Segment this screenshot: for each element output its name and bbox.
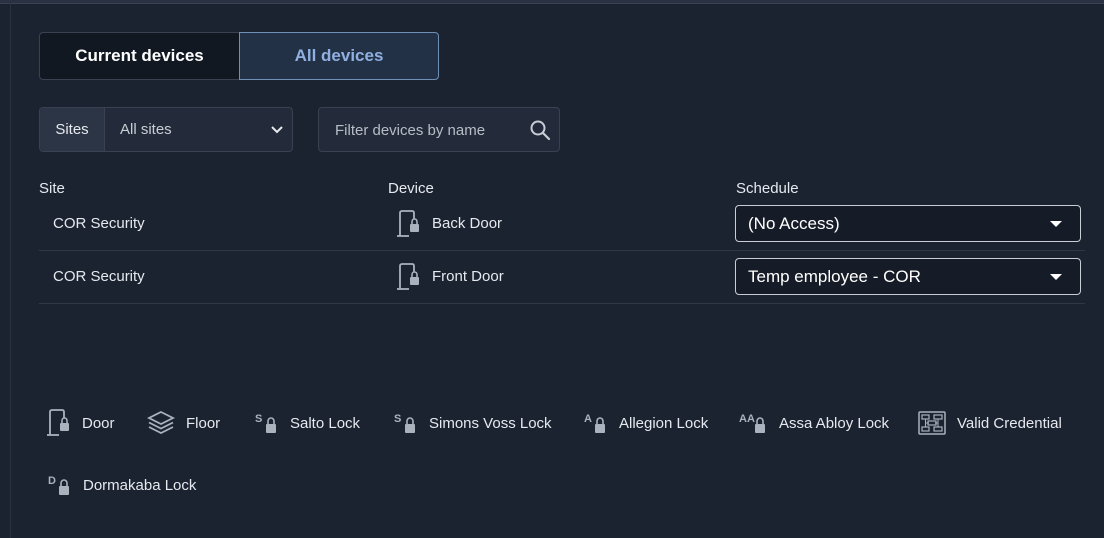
schedule-value: (No Access): [748, 213, 840, 233]
schedule-value: Temp employee - COR: [748, 266, 921, 286]
dormakaba-lock-icon: D: [48, 475, 69, 495]
sites-filter[interactable]: Sites All sites: [39, 107, 293, 152]
side-divider: [10, 3, 11, 538]
legend-label: Simons Voss Lock: [429, 414, 552, 432]
legend-label: Allegion Lock: [619, 414, 709, 432]
icon-prefix: D: [48, 475, 56, 487]
row-device: Front Door: [396, 250, 504, 303]
door-icon: [47, 409, 69, 436]
sites-select[interactable]: All sites: [105, 108, 292, 151]
legend-label: Door: [82, 414, 115, 432]
valid-credential-icon: [918, 411, 946, 435]
column-header-device: Device: [388, 180, 434, 197]
chevron-down-icon: [271, 126, 283, 134]
legend-valid-credential: Valid Credential: [917, 410, 1062, 436]
column-header-site: Site: [39, 180, 65, 197]
sites-filter-label: Sites: [40, 108, 105, 151]
legend-door: Door: [46, 408, 115, 438]
legend-assa-abloy-lock: AA Assa Abloy Lock: [739, 410, 889, 436]
salto-lock-icon: S: [255, 413, 276, 433]
device-search: [318, 107, 560, 153]
column-header-schedule: Schedule: [736, 180, 799, 197]
tab-current-devices[interactable]: Current devices: [39, 32, 239, 80]
legend-label: Valid Credential: [957, 414, 1062, 432]
door-lock-icon: [397, 209, 419, 237]
legend-simons-voss-lock: S Simons Voss Lock: [393, 410, 552, 436]
legend-floor: Floor: [146, 410, 220, 436]
legend-salto-lock: S Salto Lock: [254, 410, 360, 436]
assa-abloy-lock-icon: AA: [739, 413, 765, 433]
top-border: [0, 0, 1104, 4]
legend-label: Dormakaba Lock: [83, 476, 197, 494]
schedule-select[interactable]: Temp employee - COR: [735, 258, 1081, 295]
search-icon[interactable]: [529, 119, 551, 141]
table-row: COR Security Back Door (No Access): [39, 197, 1085, 251]
simons-voss-lock-icon: S: [394, 413, 415, 433]
search-input[interactable]: [333, 108, 517, 153]
icon-prefix: AA: [739, 413, 755, 425]
row-site: COR Security: [53, 268, 145, 285]
caret-down-icon: [1050, 274, 1062, 280]
schedule-select[interactable]: (No Access): [735, 205, 1081, 242]
table-row: COR Security Front Door Temp employee - …: [39, 250, 1085, 304]
icon-prefix: S: [394, 413, 401, 425]
legend-label: Assa Abloy Lock: [779, 414, 890, 432]
row-device: Back Door: [396, 197, 502, 250]
tab-all-devices[interactable]: All devices: [239, 32, 439, 80]
icon-prefix: S: [255, 413, 262, 425]
device-tabs: Current devices All devices: [39, 32, 439, 80]
allegion-lock-icon: A: [584, 413, 605, 433]
legend-label: Salto Lock: [290, 414, 361, 432]
device-name: Front Door: [432, 268, 504, 285]
floor-icon: [146, 410, 176, 435]
sites-select-value: All sites: [120, 121, 172, 138]
icon-prefix: A: [584, 413, 592, 425]
legend-dormakaba-lock: D Dormakaba Lock: [47, 472, 196, 498]
row-site: COR Security: [53, 215, 145, 232]
legend-allegion-lock: A Allegion Lock: [583, 410, 708, 436]
caret-down-icon: [1050, 221, 1062, 227]
device-name: Back Door: [432, 215, 503, 232]
legend-label: Floor: [186, 414, 221, 432]
door-lock-icon: [397, 262, 419, 290]
